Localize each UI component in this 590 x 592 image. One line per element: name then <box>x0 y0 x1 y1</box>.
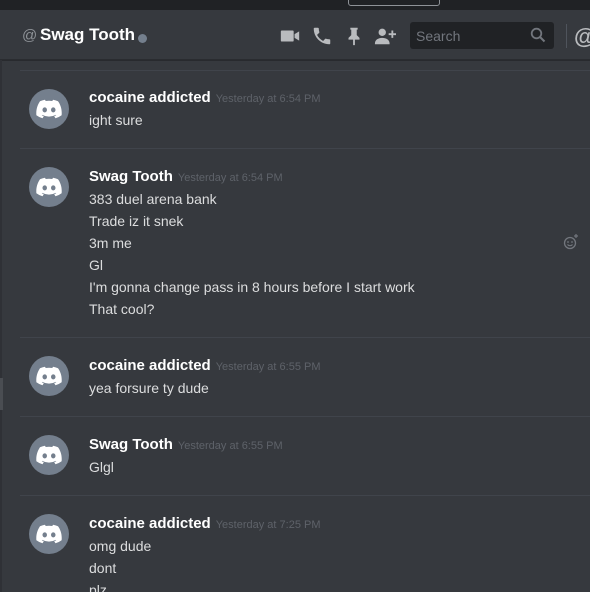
message-text: omg dude <box>89 538 152 554</box>
discord-logo-icon <box>36 99 62 119</box>
author-name[interactable]: cocaine addicted <box>89 515 211 532</box>
voice-call-icon[interactable] <box>311 25 333 47</box>
discord-logo-icon <box>36 524 62 544</box>
message-text: ight sure <box>89 112 143 128</box>
message-divider <box>20 70 590 71</box>
search-box[interactable] <box>410 22 554 49</box>
author-name[interactable]: Swag Tooth <box>89 436 173 453</box>
search-icon <box>530 27 546 43</box>
message-list[interactable]: cocaine addicted Yesterday at 6:54 PM igh… <box>0 60 590 592</box>
message-divider <box>20 495 590 496</box>
message-timestamp: Yesterday at 6:55 PM <box>177 440 283 452</box>
message-timestamp: Yesterday at 6:55 PM <box>215 361 321 373</box>
channel-header: @ Swag Tooth @ <box>0 10 590 60</box>
add-friend-icon[interactable] <box>374 25 396 47</box>
status-indicator <box>138 34 147 43</box>
message-text: 383 duel arena bank <box>89 191 217 207</box>
channel-title: Swag Tooth <box>40 25 136 44</box>
author-name[interactable]: cocaine addicted <box>89 357 211 374</box>
message-text: I'm gonna change pass in 8 hours before … <box>89 279 415 295</box>
message-author[interactable]: Swag Tooth Yesterday at 6:55 PM <box>89 436 283 453</box>
header-divider <box>566 24 567 48</box>
message-text: That cool? <box>89 301 155 317</box>
discord-logo-icon <box>36 445 62 465</box>
message-text: Trade iz it snek <box>89 213 184 229</box>
message-text: yea forsure ty dude <box>89 380 209 396</box>
message-timestamp: Yesterday at 7:25 PM <box>215 519 321 531</box>
avatar[interactable] <box>29 356 69 396</box>
message-author[interactable]: cocaine addicted Yesterday at 6:55 PM <box>89 357 321 374</box>
author-name[interactable]: cocaine addicted <box>89 89 211 106</box>
message-author[interactable]: cocaine addicted Yesterday at 7:25 PM <box>89 515 321 532</box>
window-top-strip <box>0 0 590 10</box>
message-author[interactable]: Swag Tooth Yesterday at 6:54 PM <box>89 168 283 185</box>
message-text: 3m me <box>89 235 132 251</box>
add-reaction-icon[interactable] <box>563 234 579 250</box>
author-name[interactable]: Swag Tooth <box>89 168 173 185</box>
search-input[interactable] <box>416 22 528 49</box>
avatar[interactable] <box>29 435 69 475</box>
top-strip-button[interactable] <box>348 0 440 6</box>
message-text: dont <box>89 560 117 576</box>
avatar[interactable] <box>29 167 69 207</box>
discord-logo-icon <box>36 177 62 197</box>
discord-logo-icon <box>36 366 62 386</box>
message-divider <box>20 148 590 149</box>
message-divider <box>20 416 590 417</box>
message-timestamp: Yesterday at 6:54 PM <box>177 172 283 184</box>
message-text: Gl <box>89 257 103 273</box>
message-text: plz <box>89 582 107 592</box>
message-divider <box>20 337 590 338</box>
message-author[interactable]: cocaine addicted Yesterday at 6:54 PM <box>89 89 321 106</box>
message-timestamp: Yesterday at 6:54 PM <box>215 93 321 105</box>
message-text: Glgl <box>89 459 114 475</box>
pinned-messages-icon[interactable] <box>343 25 365 47</box>
video-call-icon[interactable] <box>279 25 301 47</box>
avatar[interactable] <box>29 89 69 129</box>
dm-at-symbol: @ <box>22 27 38 44</box>
avatar[interactable] <box>29 514 69 554</box>
mentions-icon[interactable]: @ <box>574 24 590 50</box>
